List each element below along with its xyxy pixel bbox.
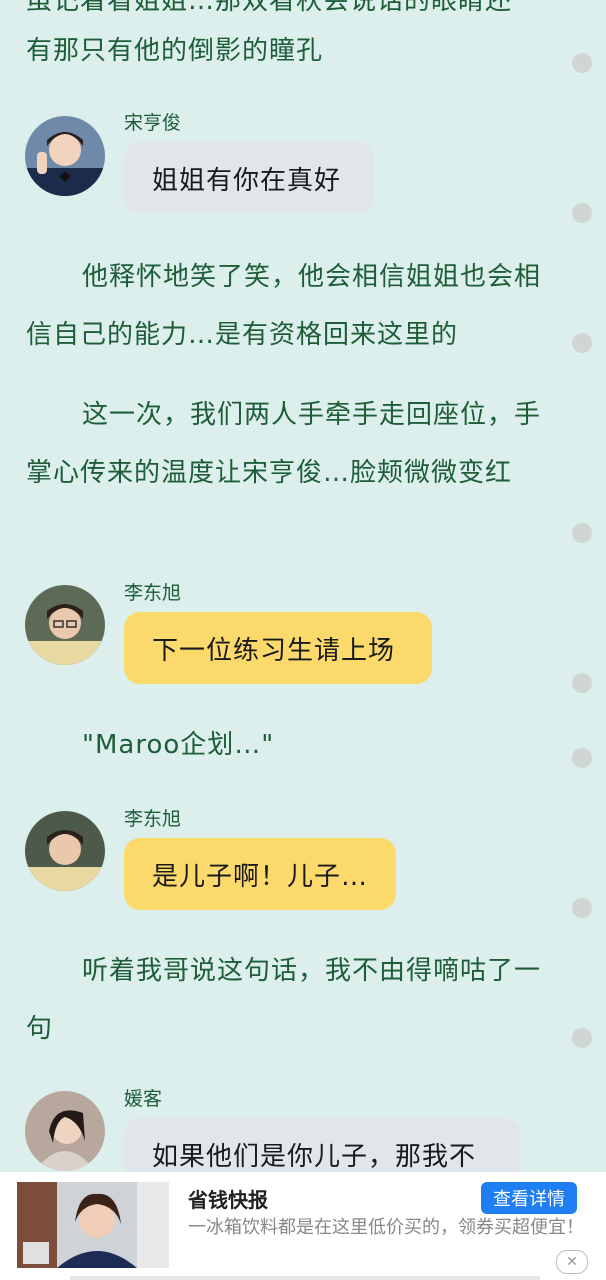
story-line: 有那只有他的倒影的瞳孔 bbox=[26, 36, 324, 66]
speaker-name: 宋亨俊 bbox=[124, 112, 182, 134]
story-paragraph: "Maroo企划…" bbox=[82, 730, 275, 760]
speaker-name: 李东旭 bbox=[124, 582, 182, 604]
avatar-lee[interactable] bbox=[25, 811, 105, 891]
avatar-user[interactable] bbox=[25, 1091, 105, 1171]
paragraph-marker[interactable] bbox=[572, 748, 592, 768]
ad-description: 一冰箱饮料都是在这里低价买的，领券买超便宜！ bbox=[188, 1217, 584, 1238]
story-paragraph: 这一次，我们两人手牵手走回座位，手掌心传来的温度让宋亨俊…脸颊微微变红 bbox=[26, 400, 542, 488]
story-paragraph: 听着我哥说这句话，我不由得嘀咕了一句 bbox=[26, 956, 542, 1044]
story-paragraph-top: 虽记着看姐姐…那双看秋会说话的眼睛还 有那只有他的倒影的瞳孔 bbox=[26, 0, 556, 76]
avatar-song[interactable] bbox=[25, 116, 105, 196]
paragraph-marker[interactable] bbox=[572, 53, 592, 73]
chat-bubble: 姐姐有你在真好 bbox=[124, 142, 374, 214]
story-paragraph: 他释怀地笑了笑，他会相信姐姐也会相信自己的能力…是有资格回来这里的 bbox=[26, 262, 542, 350]
story-line: 虽记着看姐姐…那双看秋会说话的眼睛还 bbox=[26, 0, 513, 16]
chat-bubble: 是儿子啊！儿子… bbox=[124, 838, 396, 910]
view-details-button[interactable]: 查看详情 bbox=[481, 1182, 577, 1214]
ad-image[interactable] bbox=[17, 1182, 169, 1268]
ad-banner[interactable]: 省钱快报 一冰箱饮料都是在这里低价买的，领券买超便宜！ 查看详情 bbox=[0, 1172, 606, 1280]
chat-bubble: 下一位练习生请上场 bbox=[124, 612, 432, 684]
bottom-divider bbox=[70, 1276, 540, 1280]
avatar-lee[interactable] bbox=[25, 585, 105, 665]
paragraph-marker[interactable] bbox=[572, 898, 592, 918]
ad-title: 省钱快报 bbox=[188, 1188, 268, 1212]
paragraph-marker[interactable] bbox=[572, 333, 592, 353]
paragraph-marker[interactable] bbox=[572, 203, 592, 223]
paragraph-marker[interactable] bbox=[572, 1028, 592, 1048]
close-icon[interactable]: ✕ bbox=[556, 1250, 588, 1274]
speaker-name: 媛客 bbox=[124, 1088, 163, 1110]
speaker-name: 李东旭 bbox=[124, 808, 182, 830]
paragraph-marker[interactable] bbox=[572, 523, 592, 543]
paragraph-marker[interactable] bbox=[572, 673, 592, 693]
